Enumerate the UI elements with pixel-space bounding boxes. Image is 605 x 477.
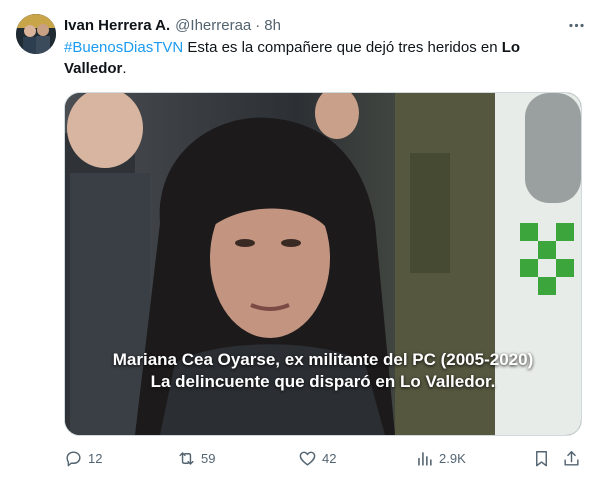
author-name[interactable]: Ivan Herrera A. (64, 17, 170, 34)
views-button[interactable]: 2.9K (415, 446, 466, 470)
avatar[interactable] (16, 14, 56, 54)
views-count: 2.9K (439, 450, 466, 466)
bookmark-button[interactable] (532, 446, 551, 470)
more-icon (568, 23, 584, 27)
tweet: Ivan Herrera A. @Iherreraa · 8h #BuenosD… (0, 0, 605, 477)
place-name-1: Lo (501, 39, 521, 56)
reply-count: 12 (88, 450, 103, 466)
caption-line-1: Mariana Cea Oyarse, ex militante del PC … (112, 350, 534, 369)
reply-button[interactable]: 12 (64, 446, 102, 470)
repost-count: 59 (201, 450, 216, 466)
repost-button[interactable]: 59 (177, 446, 215, 470)
share-icon (564, 450, 579, 466)
like-button[interactable]: 42 (298, 446, 336, 470)
video-caption: Mariana Cea Oyarse, ex militante del PC … (65, 349, 581, 393)
caption-line-2: La delincuente que disparó en Lo Valledo… (150, 372, 496, 391)
like-icon (299, 451, 316, 466)
timestamp[interactable]: 8h (264, 17, 281, 34)
tweet-text: #BuenosDiasTVN Esta es la compañere que … (64, 37, 584, 79)
action-bar: 12 59 42 2.9K (64, 446, 584, 470)
place-name-2: Valledor (64, 60, 123, 77)
media-image[interactable]: Mariana Cea Oyarse, ex militante del PC … (64, 92, 582, 436)
like-count: 42 (322, 450, 337, 466)
tweet-body: Esta es la compañere que dejó tres herid… (183, 39, 502, 56)
bookmark-icon (536, 450, 547, 466)
share-button[interactable] (562, 446, 581, 470)
repost-icon (179, 451, 194, 465)
separator-dot: · (255, 16, 261, 34)
reply-icon (66, 450, 81, 466)
views-icon (418, 451, 432, 466)
author-handle[interactable]: @Iherreraa (175, 17, 251, 34)
more-options-button[interactable] (565, 14, 587, 36)
hashtag-link[interactable]: #BuenosDiasTVN (64, 39, 183, 56)
tweet-header: Ivan Herrera A. @Iherreraa · 8h (64, 15, 585, 35)
tweet-end: . (122, 60, 127, 77)
